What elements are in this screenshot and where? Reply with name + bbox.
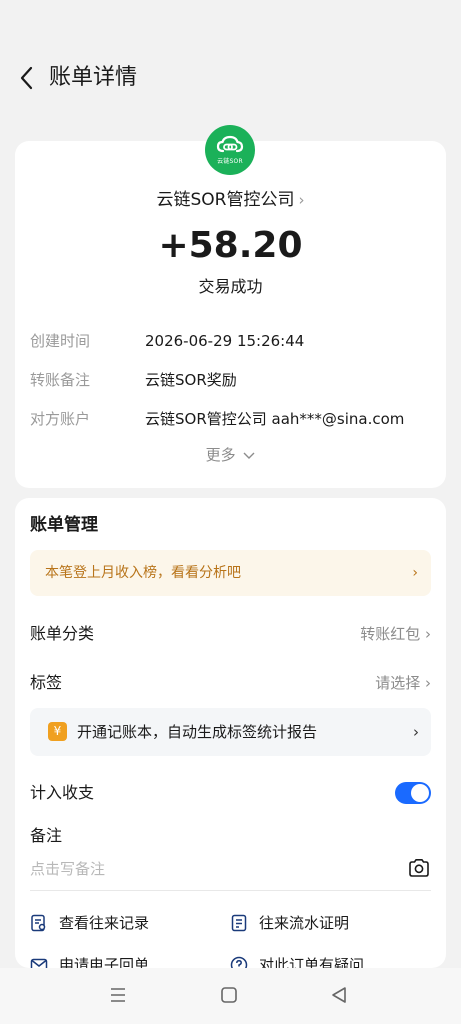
category-label: 账单分类 (30, 624, 95, 643)
detail-label: 创建时间 (30, 332, 91, 350)
bookkeeping-promo[interactable]: ¥ 开通记账本，自动生成标签统计报告 › (30, 708, 431, 756)
income-ranking-banner[interactable]: 本笔登上月收入榜，看看分析吧 › (30, 550, 431, 596)
menu-icon[interactable] (107, 984, 129, 1006)
tag-value: 请选择 › (375, 668, 431, 698)
payee-logo: 云链SOR (205, 125, 255, 175)
bill-management-card: 账单管理 本笔登上月收入榜，看看分析吧 › 账单分类 转账红包 › 标签 请选择… (15, 498, 446, 968)
include-label: 计入收支 (30, 783, 95, 802)
camera-icon[interactable] (407, 856, 431, 880)
banner-text: 本笔登上月收入榜，看看分析吧 (45, 565, 241, 581)
category-row[interactable]: 账单分类 转账红包 › (30, 619, 431, 649)
toggle-knob (411, 784, 429, 802)
view-history-label: 查看往来记录 (59, 914, 150, 932)
question-icon (230, 956, 248, 968)
statement-proof-label: 往来流水证明 (259, 914, 350, 932)
category-value-text: 转账红包 (360, 625, 421, 643)
payee-label: 云链SOR管控公司 (156, 190, 295, 210)
payee-name[interactable]: 云链SOR管控公司 › (15, 187, 446, 213)
e-receipt-label: 申请电子回单 (59, 956, 150, 968)
transaction-status: 交易成功 (198, 277, 263, 296)
document-icon (231, 914, 247, 932)
promo-text: 开通记账本，自动生成标签统计报告 (77, 723, 318, 741)
bookkeeping-icon: ¥ (48, 722, 67, 741)
detail-value: 云链SOR管控公司 aah***@sina.com (145, 410, 405, 428)
chevron-right-icon: › (425, 674, 431, 692)
detail-label: 对方账户 (30, 410, 91, 428)
system-navigation-bar (0, 968, 461, 1024)
mail-icon (30, 958, 48, 968)
back-triangle-icon[interactable] (328, 984, 350, 1006)
detail-value: 云链SOR奖励 (145, 371, 237, 389)
cloud-link-icon (216, 135, 244, 153)
chevron-left-icon (20, 66, 33, 90)
records-icon (31, 914, 46, 932)
page-title: 账单详情 (49, 65, 138, 90)
tag-value-text: 请选择 (375, 674, 421, 692)
note-label: 备注 (30, 826, 63, 845)
include-in-stats-toggle[interactable] (395, 782, 431, 804)
summary-card: 云链SOR 云链SOR管控公司 › +58.20 交易成功 创建时间 2026-0… (15, 125, 446, 488)
header: 账单详情 (0, 0, 461, 130)
order-question-label: 对此订单有疑问 (259, 956, 365, 968)
include-in-stats-row: 计入收支 (30, 778, 431, 808)
more-label: 更多 (205, 446, 236, 464)
chevron-down-icon (243, 452, 255, 459)
chevron-right-icon: › (298, 191, 305, 209)
note-input[interactable]: 点击写备注 (30, 854, 360, 884)
amount: +58.20 (158, 225, 303, 266)
chevron-right-icon: › (425, 625, 431, 643)
tag-label: 标签 (30, 673, 63, 692)
detail-label: 转账备注 (30, 371, 91, 389)
back-button[interactable] (14, 62, 38, 94)
chevron-right-icon: › (412, 565, 418, 581)
detail-value: 2026-06-29 15:26:44 (145, 332, 305, 350)
section-title: 账单管理 (30, 515, 98, 535)
category-value: 转账红包 › (360, 619, 431, 649)
chevron-right-icon: › (413, 723, 419, 741)
home-icon[interactable] (218, 984, 240, 1006)
divider (30, 890, 431, 891)
tag-row[interactable]: 标签 请选择 › (30, 668, 431, 698)
logo-text: 云链SOR (217, 158, 243, 165)
camera-glyph (409, 859, 429, 877)
more-button[interactable]: 更多 (15, 443, 446, 467)
